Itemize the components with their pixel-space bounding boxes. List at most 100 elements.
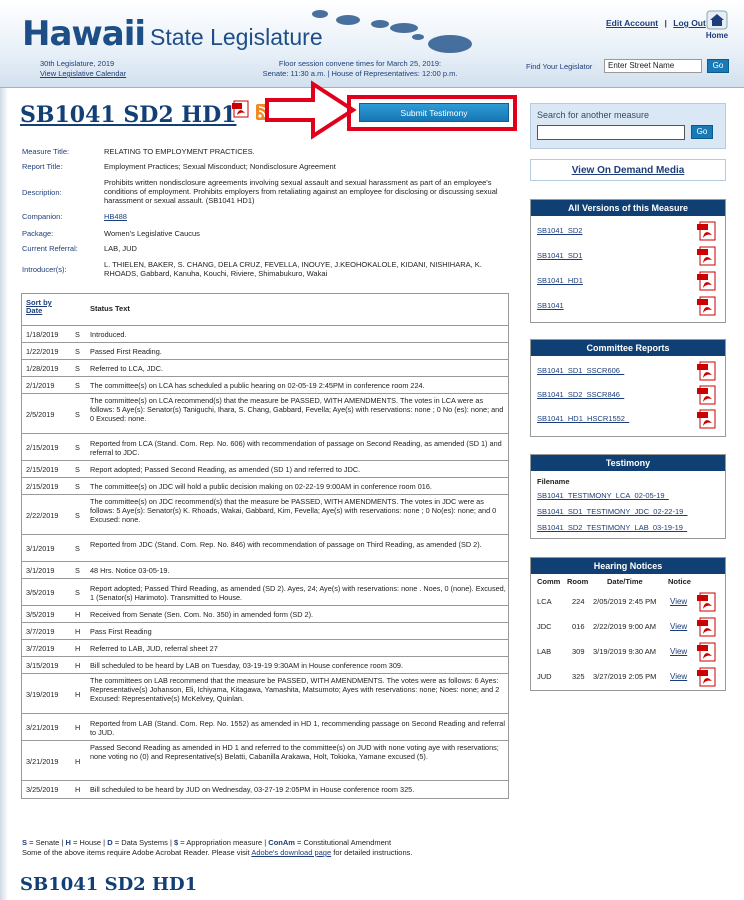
hearing-datetime: 3/19/2019 9:30 AM xyxy=(593,647,656,656)
version-link[interactable]: SB1041_SD1 xyxy=(537,251,582,260)
hearing-room: 016 xyxy=(572,622,585,631)
table-row: 3/5/2019 S Report adopted; Passed Third Re… xyxy=(22,579,508,606)
pdf-icon[interactable] xyxy=(697,592,717,612)
legislature-info: 30th Legislature, 2019 View Legislative … xyxy=(40,59,126,79)
logo-state-legislature[interactable]: State Legislature xyxy=(150,24,323,51)
view-on-demand-media-link[interactable]: View On Demand Media xyxy=(530,159,726,181)
testimony-title: Testimony xyxy=(531,455,725,471)
status-text: Introduced. xyxy=(90,330,127,339)
hearing-comm: JDC xyxy=(537,622,552,631)
home-icon xyxy=(706,10,728,30)
table-row: 3/5/2019 H Received from Senate (Sen. Com.… xyxy=(22,606,508,623)
hearing-datetime: 2/22/2019 9:00 AM xyxy=(593,622,656,631)
measure-search-input[interactable] xyxy=(537,125,685,140)
pdf-icon[interactable] xyxy=(232,100,250,118)
testimony-link[interactable]: SB1041_SD2_TESTIMONY_LAB_03-19-19_ xyxy=(537,523,687,532)
hearing-datetime: 3/27/2019 2:05 PM xyxy=(593,672,657,681)
pdf-icon[interactable] xyxy=(697,296,717,316)
status-text: Pass First Reading xyxy=(90,627,152,636)
table-row: 3/21/2019 H Reported from LAB (Stand. Com.… xyxy=(22,714,508,741)
hearing-view-link[interactable]: View xyxy=(670,672,687,681)
pdf-icon[interactable] xyxy=(697,409,717,429)
field-value: LAB, JUD xyxy=(104,244,137,253)
field-value: Prohibits written nondisclosure agreemen… xyxy=(104,178,498,205)
hearing-comm: JUD xyxy=(537,672,552,681)
hearing-view-link[interactable]: View xyxy=(670,597,687,606)
measure-title[interactable]: SB1041 SD2 HD1 xyxy=(20,102,236,128)
legislative-calendar-link[interactable]: View Legislative Calendar xyxy=(40,69,126,79)
home-button[interactable]: Home xyxy=(703,10,731,40)
field-label: Current Referral: xyxy=(22,244,78,253)
pdf-icon[interactable] xyxy=(697,617,717,637)
version-link[interactable]: SB1041 xyxy=(537,301,564,310)
measure-title-footer: SB1041 SD2 HD1 xyxy=(20,874,198,895)
status-chamber: S xyxy=(75,381,80,390)
sort-by-date-link[interactable]: Sort by Date xyxy=(26,299,52,315)
home-label: Home xyxy=(705,31,729,40)
status-chamber: H xyxy=(75,644,81,653)
status-chamber: H xyxy=(75,723,81,732)
table-row: 3/21/2019 H Passed Second Reading as amend… xyxy=(22,741,508,781)
pdf-icon[interactable] xyxy=(697,667,717,687)
field-label: Introducer(s): xyxy=(22,265,67,274)
legend-text: = Appropriation measure | xyxy=(178,838,269,847)
adobe-download-link[interactable]: Adobe's download page xyxy=(251,848,331,857)
status-chamber: S xyxy=(75,443,80,452)
submit-testimony-button[interactable]: Submit Testimony xyxy=(359,103,509,122)
status-date: 2/15/2019 xyxy=(26,465,59,474)
committee-report-link[interactable]: SB1041_SD2_SSCR846_ xyxy=(537,390,624,399)
legend-line1: S = Senate | H = House | D = Data System… xyxy=(22,838,502,848)
legend: S = Senate | H = House | D = Data System… xyxy=(22,838,502,858)
testimony-link[interactable]: SB1041_SD1_TESTIMONY_JDC_02-22-19_ xyxy=(537,507,688,516)
status-chamber: S xyxy=(75,588,80,597)
status-text: Referred to LCA, JDC. xyxy=(90,364,163,373)
status-date: 3/1/2019 xyxy=(26,544,55,553)
logo-hawaii[interactable]: Hawaii xyxy=(22,14,146,54)
edit-account-link[interactable]: Edit Account xyxy=(606,18,658,28)
filename-header: Filename xyxy=(537,477,570,486)
status-chamber: S xyxy=(75,410,80,419)
measure-search-panel: Search for another measure Go xyxy=(530,103,726,149)
pdf-icon[interactable] xyxy=(697,246,717,266)
table-row: 3/1/2019 S 48 Hrs. Notice 03-05-19. xyxy=(22,562,508,579)
table-row: 1/18/2019 S Introduced. xyxy=(22,326,508,343)
table-row: 3/19/2019 H The committees on LAB recommen… xyxy=(22,674,508,714)
field-value: RELATING TO EMPLOYMENT PRACTICES. xyxy=(104,147,255,156)
status-date: 3/7/2019 xyxy=(26,644,55,653)
street-name-input[interactable]: Enter Street Name xyxy=(604,59,702,73)
pdf-icon[interactable] xyxy=(697,221,717,241)
measure-search-go-button[interactable]: Go xyxy=(691,125,713,139)
table-row: 2/15/2019 S The committee(s) on JDC will h… xyxy=(22,478,508,495)
version-link[interactable]: SB1041_HD1 xyxy=(537,276,583,285)
status-text: Passed First Reading. xyxy=(90,347,162,356)
pdf-icon[interactable] xyxy=(697,361,717,381)
committee-report-link[interactable]: SB1041_HD1_HSCR1552_ xyxy=(537,414,629,423)
account-links: Edit Account | Log Out xyxy=(606,18,706,28)
status-text: The committee(s) on LCA has scheduled a … xyxy=(90,381,425,390)
datetime-header: Date/Time xyxy=(607,577,643,586)
pdf-icon[interactable] xyxy=(697,642,717,662)
hearing-view-link[interactable]: View xyxy=(670,622,687,631)
companion-link[interactable]: HB488 xyxy=(104,212,508,221)
status-text: The committees on LAB recommend that the… xyxy=(90,676,500,703)
version-link[interactable]: SB1041_SD2 xyxy=(537,226,582,235)
hearing-datetime: 2/05/2019 2:45 PM xyxy=(593,597,657,606)
committee-report-link[interactable]: SB1041_SD1_SSCR606_ xyxy=(537,366,624,375)
field-label: Package: xyxy=(22,229,54,238)
status-text: Passed Second Reading as amended in HD 1… xyxy=(90,743,499,761)
status-date: 3/5/2019 xyxy=(26,610,55,619)
hearing-notices-title: Hearing Notices xyxy=(531,558,725,574)
status-text: Report adopted; Passed Second Reading, a… xyxy=(90,465,361,474)
status-text: Bill scheduled to be heard by JUD on Wed… xyxy=(90,785,415,794)
table-row: 2/22/2019 S The committee(s) on JDC recomm… xyxy=(22,495,508,535)
hearing-comm: LAB xyxy=(537,647,552,656)
status-chamber: S xyxy=(75,347,80,356)
hearing-view-link[interactable]: View xyxy=(670,647,687,656)
status-chamber: H xyxy=(75,690,81,699)
find-legislator-go-button[interactable]: Go xyxy=(707,59,729,73)
field-label: Companion: xyxy=(22,212,63,221)
log-out-link[interactable]: Log Out xyxy=(673,18,706,28)
pdf-icon[interactable] xyxy=(697,271,717,291)
testimony-link[interactable]: SB1041_TESTIMONY_LCA_02-05-19_ xyxy=(537,491,669,500)
pdf-icon[interactable] xyxy=(697,385,717,405)
